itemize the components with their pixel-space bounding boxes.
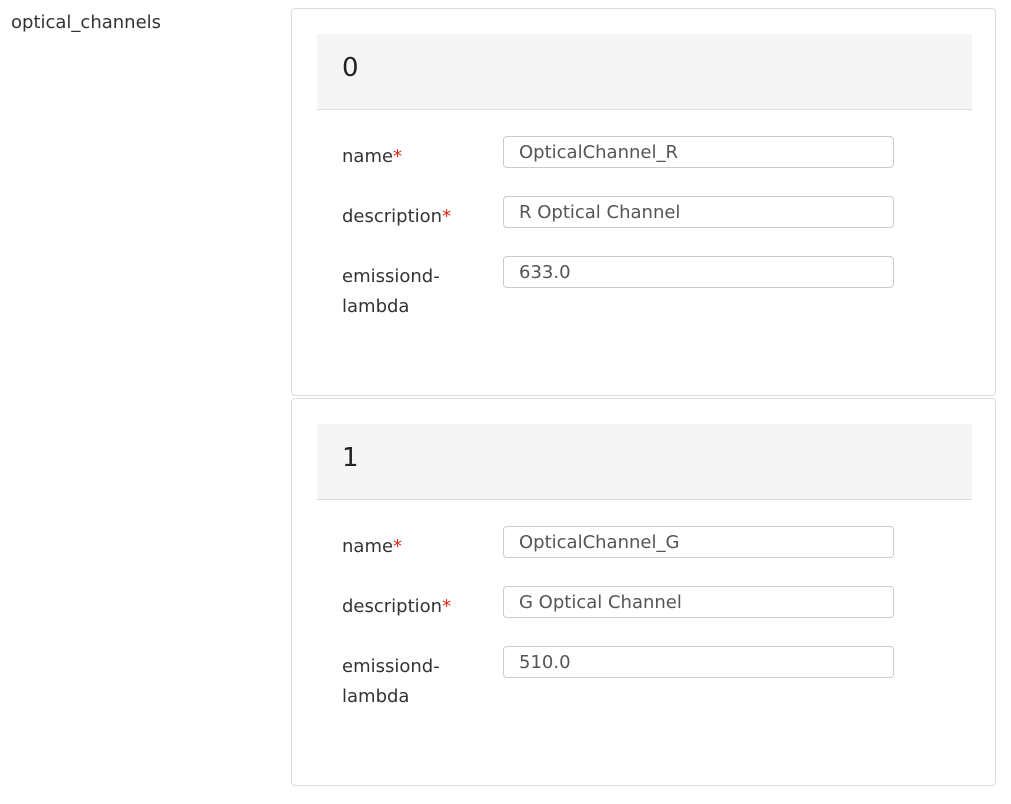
name-input[interactable]: [503, 136, 894, 168]
required-marker: *: [393, 146, 403, 167]
description-label: description*: [342, 202, 492, 232]
name-field-row: name*: [342, 136, 902, 176]
required-marker: *: [442, 206, 452, 227]
name-label-text: name: [342, 146, 394, 167]
description-label: description*: [342, 592, 492, 622]
name-input[interactable]: [503, 526, 894, 558]
card-title: 0: [342, 53, 359, 83]
description-input[interactable]: [503, 196, 894, 228]
name-label: name*: [342, 142, 492, 172]
required-marker: *: [442, 596, 452, 617]
section-label: optical_channels: [11, 12, 162, 33]
emission-lambda-label: emissiond-lambda: [342, 652, 492, 712]
description-field-row: description*: [342, 586, 902, 626]
name-field-row: name*: [342, 526, 902, 566]
description-input[interactable]: [503, 586, 894, 618]
emission-lambda-label-line-2: lambda: [342, 296, 410, 317]
description-label-text: description: [342, 596, 443, 617]
required-marker: *: [393, 536, 403, 557]
emission-lambda-field-row: emissiond-lambda: [342, 646, 902, 707]
name-label: name*: [342, 532, 492, 562]
emission-lambda-input[interactable]: [503, 256, 894, 288]
emission-lambda-label: emissiond-lambda: [342, 262, 492, 322]
card-title: 1: [342, 443, 359, 473]
card-header: 0: [317, 34, 972, 110]
emission-lambda-label-line-2: lambda: [342, 686, 410, 707]
optical-channel-card-0: 0 name* description* emissiond-lambda: [291, 8, 996, 396]
emission-lambda-label-line-1: emissiond-: [342, 266, 440, 287]
emission-lambda-input[interactable]: [503, 646, 894, 678]
description-label-text: description: [342, 206, 443, 227]
optical-channel-card-1: 1 name* description* emissiond-lambda: [291, 398, 996, 786]
name-label-text: name: [342, 536, 394, 557]
emission-lambda-field-row: emissiond-lambda: [342, 256, 902, 317]
emission-lambda-label-line-1: emissiond-: [342, 656, 440, 677]
description-field-row: description*: [342, 196, 902, 236]
card-header: 1: [317, 424, 972, 500]
